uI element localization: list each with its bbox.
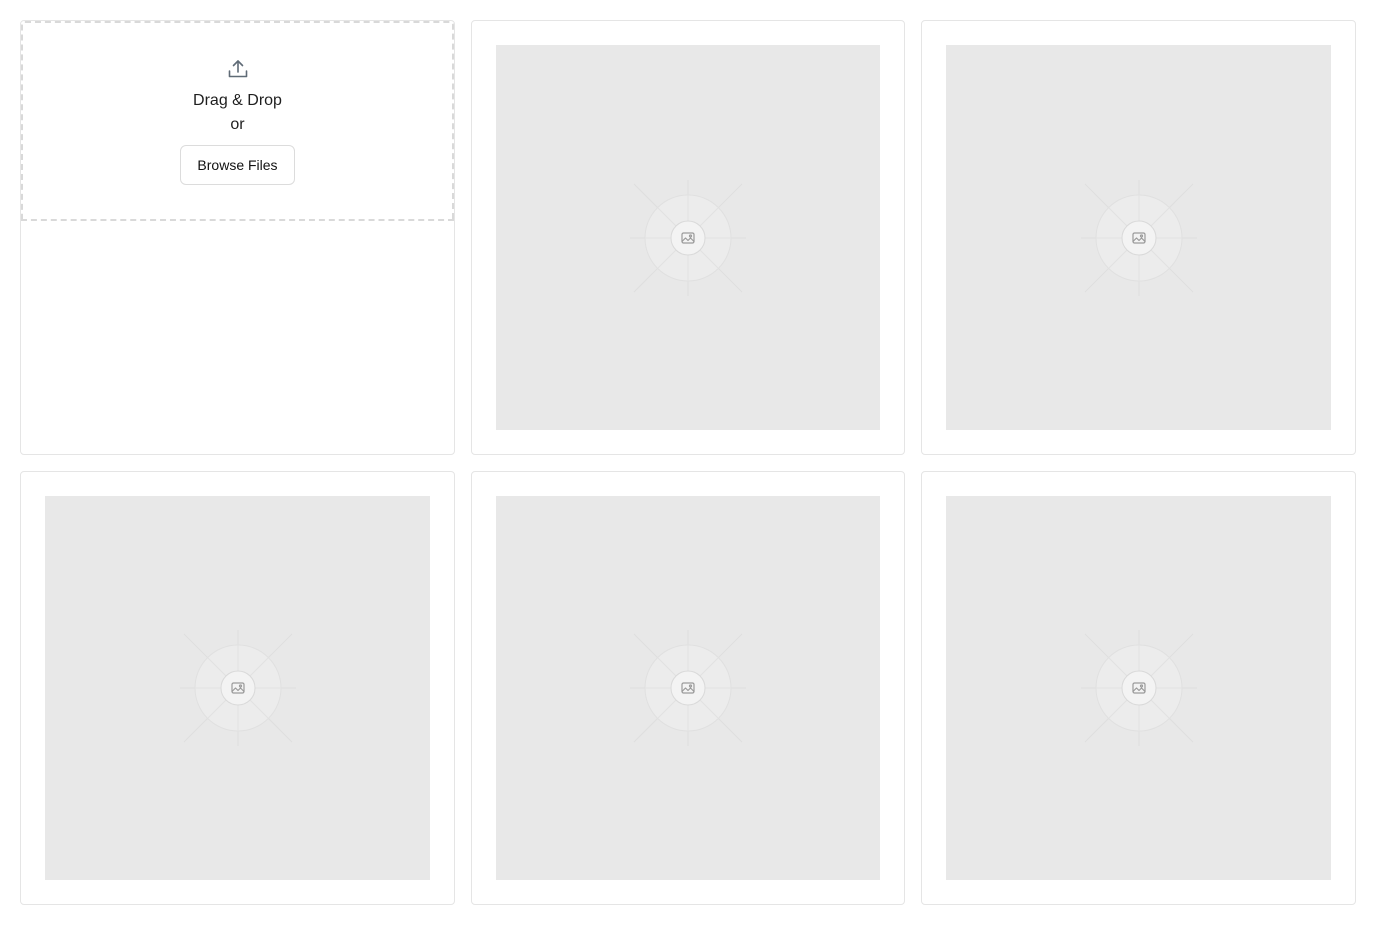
image-placeholder-icon — [1080, 630, 1197, 746]
image-card[interactable] — [20, 471, 455, 905]
image-placeholder — [45, 496, 430, 880]
upload-card: Drag & Drop or Browse Files — [20, 20, 455, 455]
dropzone-title: Drag & Drop — [193, 92, 282, 109]
image-placeholder-icon — [1080, 179, 1197, 296]
image-placeholder — [946, 45, 1331, 430]
dropzone-or-text: or — [230, 116, 245, 133]
image-placeholder — [496, 496, 880, 880]
image-card[interactable] — [471, 20, 905, 455]
image-placeholder — [946, 496, 1331, 880]
image-placeholder-icon — [630, 630, 746, 746]
image-card[interactable] — [921, 20, 1356, 455]
media-grid: Drag & Drop or Browse Files — [20, 20, 1356, 905]
image-card[interactable] — [921, 471, 1356, 905]
image-card[interactable] — [471, 471, 905, 905]
upload-icon — [228, 60, 247, 78]
image-placeholder-icon — [179, 630, 296, 746]
image-placeholder — [496, 45, 880, 430]
dropzone[interactable]: Drag & Drop or Browse Files — [21, 21, 454, 221]
browse-files-button[interactable]: Browse Files — [180, 145, 295, 185]
image-placeholder-icon — [630, 179, 746, 296]
